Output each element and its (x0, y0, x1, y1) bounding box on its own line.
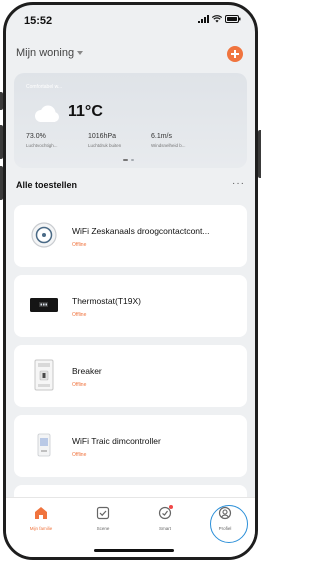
device-card[interactable]: WiFi Zeskanaals droogcontactcont... Offl… (14, 205, 247, 267)
status-icons (198, 15, 241, 23)
device-card[interactable]: Breaker Offline (14, 345, 247, 407)
cloud-icon (35, 105, 59, 122)
device-name: WiFi Zeskanaals droogcontactcont... (72, 226, 210, 236)
tab-label: Smart (158, 526, 171, 531)
pressure-label: Luchtdruk buiten (88, 143, 122, 148)
humidity-label: Luchtvochtigh... (26, 143, 58, 148)
wind-value: 6.1m/s (151, 133, 173, 140)
wind-label: Windsnelheid b... (151, 143, 186, 148)
carousel-dot (123, 159, 128, 161)
device-status: Offline (72, 312, 87, 318)
device-name: WiFi Traic dimcontroller (72, 436, 161, 446)
battery-icon (225, 15, 241, 23)
status-bar: 15:52 (6, 5, 255, 35)
device-card[interactable]: Thermostat(T19X) Offline (14, 275, 247, 337)
section-title: Alle toestellen (16, 180, 78, 190)
home-selector[interactable]: Mijn woning (16, 47, 84, 59)
weather-card[interactable]: Comfortabel w... 11°C 73.0% Luchtvochtig… (14, 73, 247, 168)
breaker-icon (30, 359, 58, 391)
power-button (258, 130, 261, 178)
home-title: Mijn woning (16, 47, 75, 59)
device-status: Offline (72, 242, 87, 248)
signal-icon (198, 15, 209, 23)
home-header: Mijn woning (16, 43, 245, 65)
device-card[interactable]: WiFi Traic dimcontroller Offline (14, 415, 247, 477)
notification-dot (169, 505, 173, 509)
add-device-button[interactable] (227, 46, 243, 62)
home-indicator (94, 549, 174, 552)
tab-label: Scene (96, 526, 110, 531)
humidity-stat: 73.0% Luchtvochtigh... (26, 133, 58, 148)
tab-scene[interactable]: Scene (78, 506, 128, 531)
device-status: Offline (72, 452, 87, 458)
pressure-value: 1016hPa (88, 133, 117, 140)
tab-label: Mijn familie (29, 526, 53, 531)
profile-highlight-ring (210, 505, 248, 543)
plus-icon (231, 50, 239, 58)
dry-contact-relay-icon (30, 220, 58, 250)
tab-smart[interactable]: Smart (140, 505, 190, 531)
scene-icon (96, 506, 110, 520)
status-time: 15:52 (24, 15, 53, 27)
home-icon (35, 507, 47, 519)
chevron-down-icon (77, 51, 84, 55)
thermostat-icon (30, 290, 58, 320)
tab-my-family[interactable]: Mijn familie (16, 506, 66, 531)
device-name: Breaker (72, 366, 102, 376)
comfort-label: Comfortabel w... (26, 84, 63, 90)
wind-stat: 6.1m/s Windsnelheid b... (151, 133, 186, 148)
devices-section-header: Alle toestellen ··· (16, 178, 245, 196)
humidity-value: 73.0% (26, 133, 46, 140)
wifi-icon (212, 15, 222, 23)
carousel-dot (131, 159, 134, 161)
more-options-button[interactable]: ··· (232, 178, 245, 189)
device-status: Offline (72, 382, 87, 388)
temperature: 11°C (68, 103, 103, 120)
device-name: Thermostat(T19X) (72, 296, 141, 306)
phone-screen: 15:52 Mijn woning Comfortabel w... 11°C … (3, 2, 258, 560)
carousel-dots (123, 159, 134, 161)
pressure-stat: 1016hPa Luchtdruk buiten (88, 133, 121, 148)
dimmer-icon (30, 430, 58, 460)
